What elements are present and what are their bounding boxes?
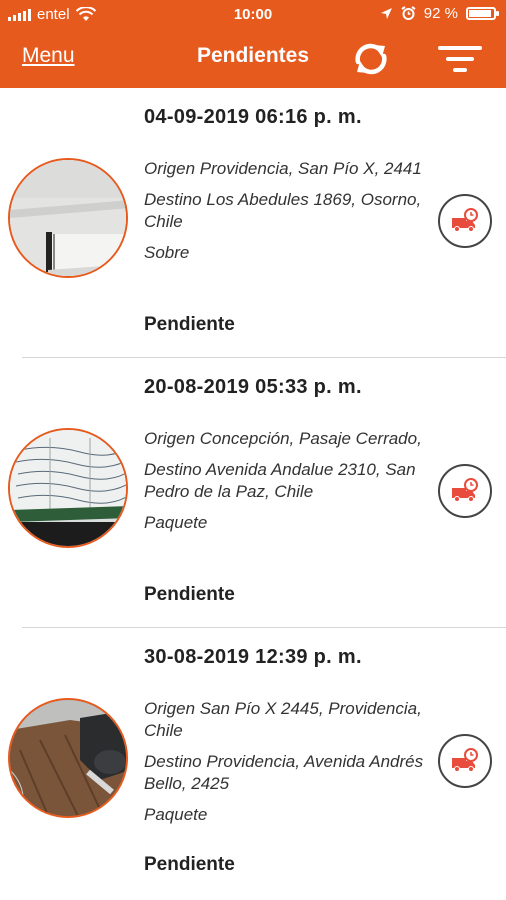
item-details: Origen San Pío X 2445, Providencia, Chil… [144,698,424,835]
list-item[interactable]: 04-09-2019 06:16 p. m. Origen Providenci… [0,88,506,358]
destination-text: Destino Los Abedules 1869, Osorno, Chile [144,190,422,231]
page-title: Pendientes [196,44,310,67]
origin-text: Origen San Pío X 2445, Providencia, Chil… [144,699,422,740]
shipment-photo [8,698,128,818]
item-status: Pendiente [144,854,235,875]
truck-clock-icon [452,208,478,232]
shipment-list: 04-09-2019 06:16 p. m. Origen Providenci… [0,88,506,898]
origin-text: Origen Providencia, San Pío X, 2441 [144,159,422,178]
refresh-button[interactable] [352,36,390,82]
alarm-clock-icon [401,6,416,20]
list-item[interactable]: 20-08-2019 05:33 p. m. Origen Concepción… [0,358,506,628]
item-date: 04-09-2019 06:16 p. m. [144,106,362,128]
truck-schedule-button[interactable] [438,194,492,248]
battery-fill [469,10,491,17]
package-type: Paquete [144,805,208,824]
truck-schedule-button[interactable] [438,734,492,788]
item-details: Origen Providencia, San Pío X, 2441 Dest… [144,158,424,273]
item-date: 30-08-2019 12:39 p. m. [144,646,362,668]
item-date: 20-08-2019 05:33 p. m. [144,376,362,398]
package-type: Sobre [144,243,190,262]
status-right: 92 % [380,5,499,22]
shipment-photo [8,158,128,278]
destination-text: Destino Providencia, Avenida Andrés Bell… [144,752,424,793]
app-header: entel 10:00 92 % Menu Pendientes [0,0,506,88]
item-status: Pendiente [144,584,235,605]
location-arrow-icon [380,8,392,19]
shipment-photo [8,428,128,548]
status-bar: entel 10:00 92 % [0,0,506,32]
battery-percent: 92 % [423,5,458,22]
item-status: Pendiente [144,314,235,335]
origin-text: Origen Concepción, Pasaje Cerrado, [144,429,422,448]
truck-clock-icon [452,748,478,772]
navigation-bar: Menu Pendientes [0,32,506,88]
refresh-icon [355,43,387,75]
list-item[interactable]: 30-08-2019 12:39 p. m. Origen San Pío X … [0,628,506,898]
item-details: Origen Concepción, Pasaje Cerrado, Desti… [144,428,424,543]
battery-icon [466,7,499,20]
truck-schedule-button[interactable] [438,464,492,518]
destination-text: Destino Avenida Andalue 2310, San Pedro … [144,460,416,501]
filter-button[interactable] [438,42,482,76]
truck-clock-icon [452,478,478,502]
package-type: Paquete [144,513,208,532]
